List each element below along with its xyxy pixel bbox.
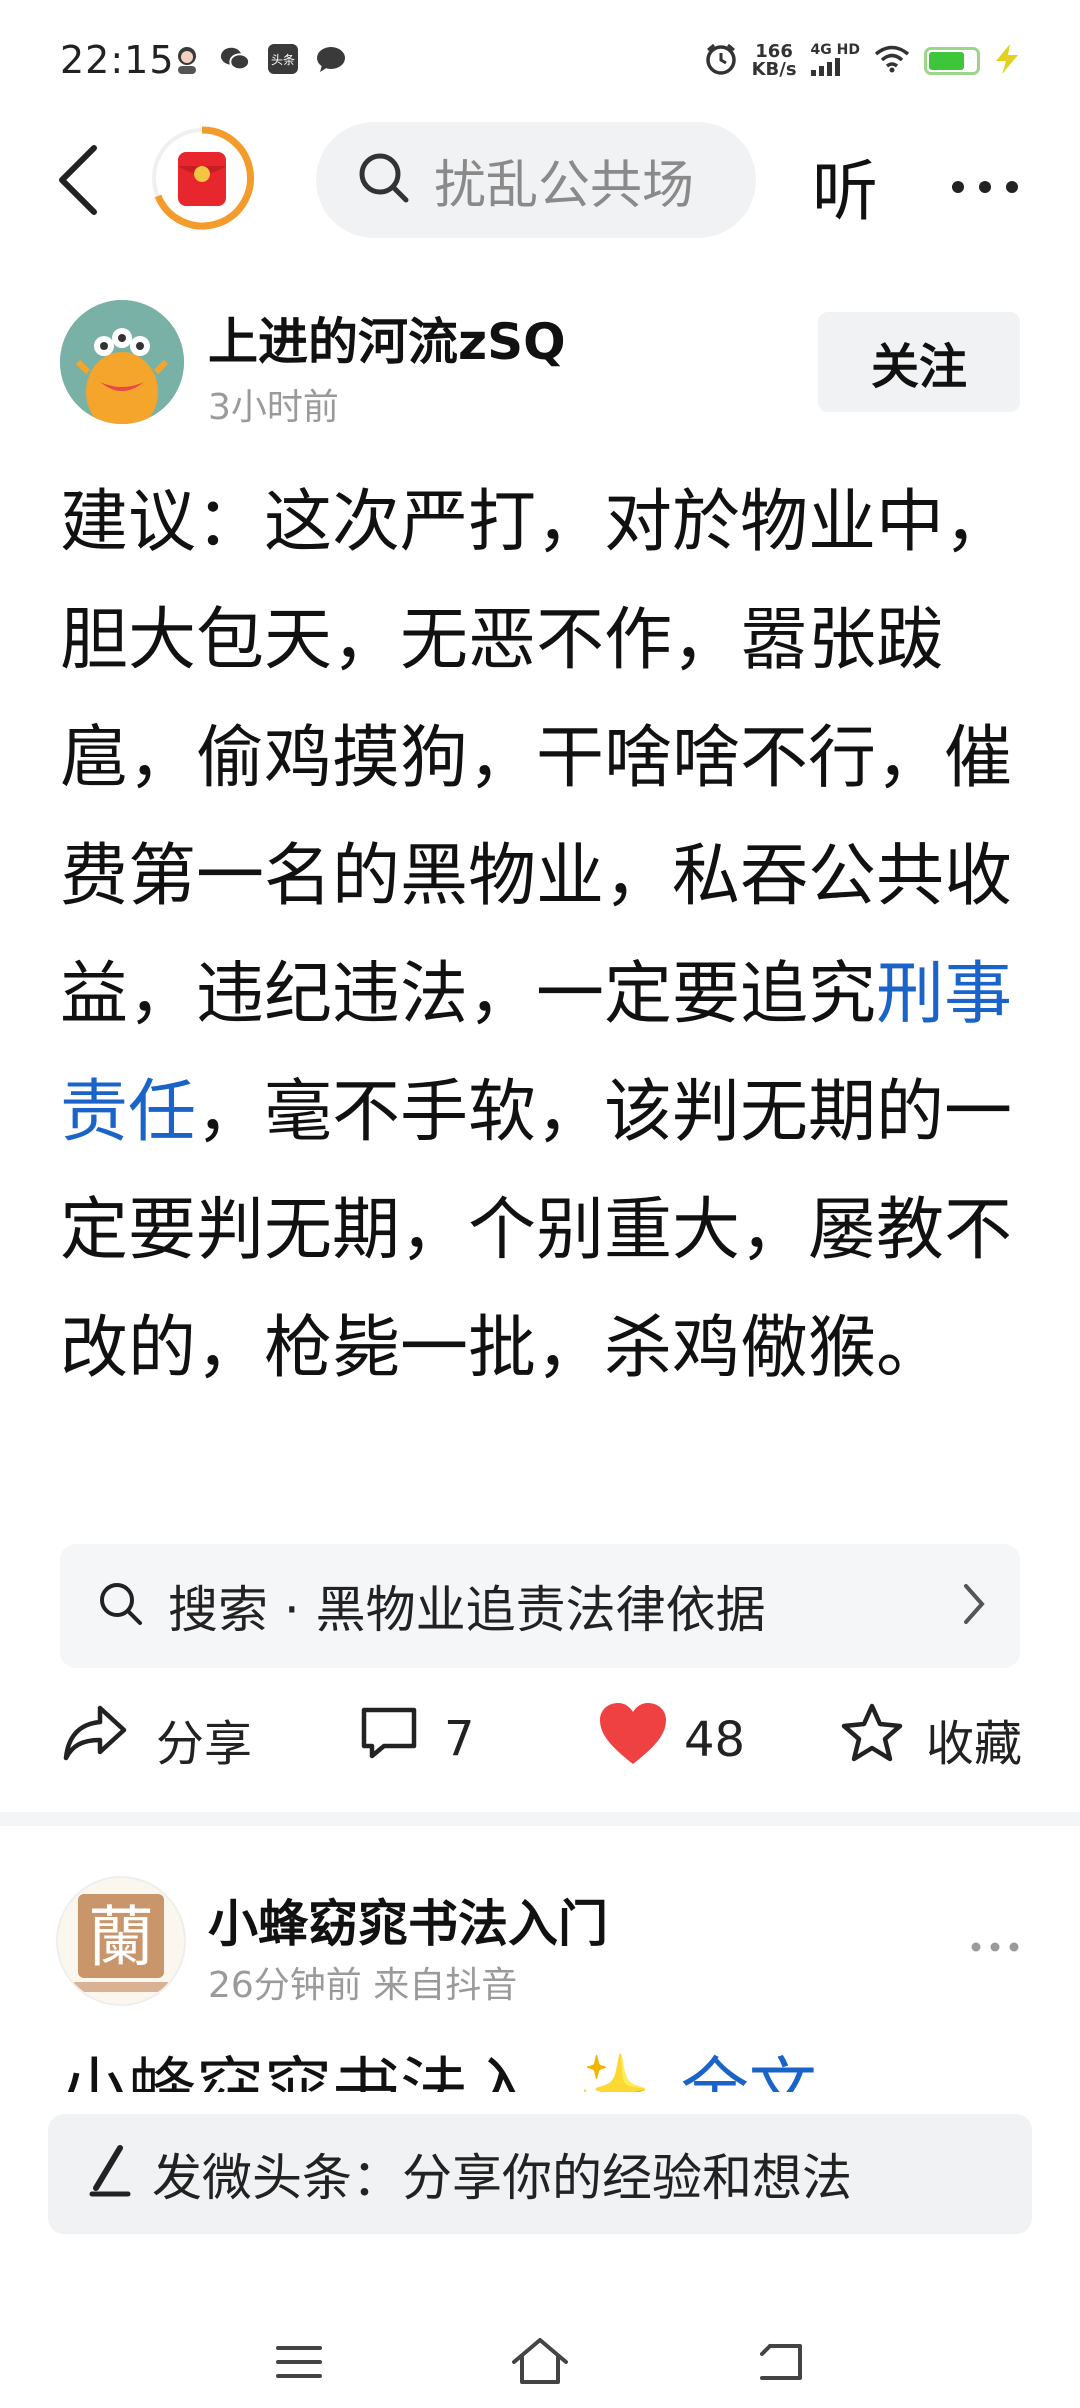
- like-button[interactable]: 48: [598, 1702, 745, 1778]
- charging-icon: [994, 44, 1020, 78]
- search-icon: [356, 150, 412, 210]
- like-count: 48: [684, 1712, 746, 1768]
- author-avatar[interactable]: 蘭: [56, 1876, 186, 2006]
- battery-icon: [924, 47, 980, 75]
- listen-button[interactable]: 听: [812, 138, 878, 234]
- status-right-cluster: 166 KB/s 4G HD: [704, 42, 1020, 80]
- signal-icon: [810, 58, 845, 80]
- system-nav-bar: [0, 2300, 1080, 2408]
- author-name[interactable]: 上进的河流zSQ: [208, 302, 566, 374]
- notification-icons: 头条: [172, 44, 346, 74]
- star-icon: [840, 1702, 904, 1776]
- post-text-before: 建议：这次严打，对於物业中，胆大包天，无恶不作，嚣张跋扈，偷鸡摸狗，干啥啥不行，…: [60, 483, 1013, 1034]
- avatar-notification-icon: [172, 44, 202, 74]
- back-icon[interactable]: [756, 2340, 806, 2388]
- full-text-link[interactable]: 全文: [681, 2051, 817, 2092]
- toutiao-icon: 头条: [268, 44, 298, 74]
- compose-placeholder: 发微头条：分享你的经验和想法: [152, 2149, 852, 2207]
- feed-divider: [0, 1812, 1080, 1826]
- author-name[interactable]: 小蜂窈窕书法入门: [208, 1884, 608, 1956]
- avatar-char: 蘭: [88, 1899, 154, 1976]
- more-options-button[interactable]: [950, 150, 1020, 210]
- search-bar[interactable]: 扰乱公共场: [316, 122, 756, 238]
- post-time: 26分钟前 来自抖音: [208, 1965, 518, 2006]
- red-envelope-button[interactable]: [150, 126, 254, 230]
- comment-count: 7: [444, 1711, 475, 1767]
- message-icon: [316, 44, 346, 74]
- post-actions: 分享 7 48 收藏: [0, 1694, 1080, 1774]
- collect-label: 收藏: [926, 1716, 1023, 1772]
- collect-button[interactable]: 收藏: [840, 1702, 1022, 1776]
- comment-button[interactable]: 7: [358, 1702, 475, 1776]
- share-label: 分享: [156, 1716, 253, 1772]
- more-options-button[interactable]: [970, 1918, 1020, 1964]
- post-time: 3小时前: [208, 387, 339, 428]
- sparkle-icon: ✨: [566, 2051, 651, 2092]
- post-body[interactable]: 建议：这次严打，对於物业中，胆大包天，无恶不作，嚣张跋扈，偷鸡摸狗，干啥啥不行，…: [60, 464, 1020, 1408]
- search-placeholder: 扰乱公共场: [434, 155, 694, 216]
- search-icon: [96, 1579, 146, 1633]
- heart-icon: [598, 1702, 668, 1778]
- network-speed: 166 KB/s: [752, 43, 797, 79]
- status-time: 22:15: [60, 38, 175, 82]
- follow-button[interactable]: 关注: [818, 312, 1020, 412]
- post-preview[interactable]: 小蜂窈窕书法入 ✨ 全文: [60, 2050, 1020, 2092]
- share-button[interactable]: 分享: [62, 1702, 252, 1776]
- comment-icon: [358, 1702, 420, 1776]
- menu-icon[interactable]: [274, 2342, 324, 2386]
- preview-text: 小蜂窈窕书法入: [60, 2051, 537, 2092]
- pen-icon: [84, 2144, 134, 2204]
- wifi-icon: [874, 45, 910, 77]
- share-icon: [62, 1702, 128, 1776]
- speed-unit: KB/s: [751, 59, 797, 80]
- wechat-icon: [220, 44, 250, 74]
- network-type: 4G HD: [810, 42, 860, 58]
- home-icon[interactable]: [510, 2336, 570, 2390]
- related-search-text: 搜索 · 黑物业追责法律依据: [168, 1581, 766, 1639]
- compose-bar[interactable]: 发微头条：分享你的经验和想法: [48, 2114, 1032, 2234]
- related-search-bar[interactable]: 搜索 · 黑物业追责法律依据: [60, 1544, 1020, 1668]
- chevron-right-icon: [962, 1582, 986, 1630]
- back-button[interactable]: [52, 140, 112, 220]
- post-text-after: ，毫不手软，该判无期的一定要判无期，个别重大，屡教不改的，枪毙一批，杀鸡儆猴。: [60, 1073, 1013, 1388]
- author-avatar[interactable]: [60, 300, 184, 424]
- alarm-icon: [704, 42, 738, 80]
